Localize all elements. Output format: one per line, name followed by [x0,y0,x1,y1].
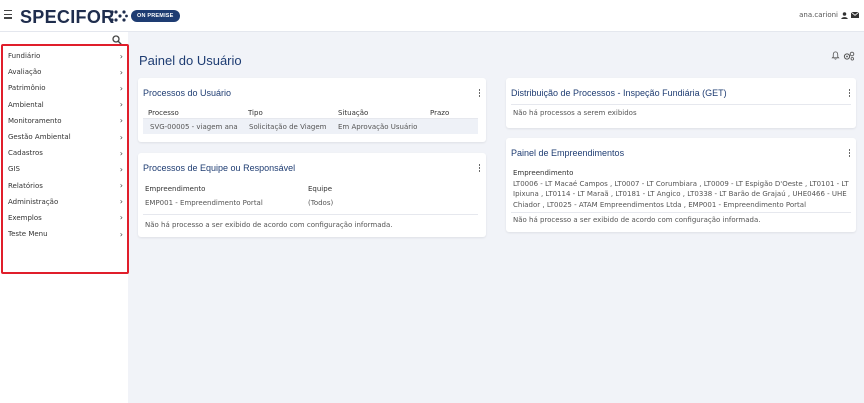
sidebar-item-label: Gestão Ambiental [8,133,71,142]
empty-message: Não há processos a serem exibidos [513,109,637,117]
sidebar-item-monitoramento[interactable]: Monitoramento › [3,113,127,129]
chevron-right-icon: › [119,148,123,158]
divider [511,212,851,213]
divider [143,214,478,215]
sidebar-item-label: Exemplos [8,213,42,222]
sidebar-item-cadastros[interactable]: Cadastros › [3,145,127,161]
table-cell: Em Aprovação Usuário [338,123,418,131]
hamburger-icon[interactable] [4,10,12,20]
empreendimento-list: LT0006 - LT Macaé Campos , LT0007 - LT C… [513,180,849,209]
sidebar-item-gis[interactable]: GIS › [3,161,127,177]
processos-equipe-card: Processos de Equipe ou Responsável Empre… [138,153,486,237]
empreendimento-label: Empreendimento [513,169,574,177]
chevron-right-icon: › [119,116,123,126]
empty-message: Não há processo a ser exibido de acordo … [145,221,393,229]
username: ana.carioni [799,11,838,19]
chevron-right-icon: › [119,213,123,223]
settings-gears-icon[interactable] [843,51,855,61]
chevron-right-icon: › [119,100,123,110]
sidebar-item-label: Monitoramento [8,116,62,125]
column-header[interactable]: Tipo [248,109,263,117]
kebab-menu-icon[interactable] [848,149,851,158]
sidebar-item-gestao-ambiental[interactable]: Gestão Ambiental › [3,129,127,145]
sidebar-item-ambiental[interactable]: Ambiental › [3,97,127,113]
logo-text: SPECIFOR [20,7,115,27]
column-header[interactable]: Processo [148,109,179,117]
mail-icon[interactable] [851,12,859,18]
divider [511,104,851,105]
bell-icon[interactable] [831,51,840,60]
card-title: Processos de Equipe ou Responsável [143,163,296,173]
sidebar-item-relatorios[interactable]: Relatórios › [3,178,127,194]
equipe-value: (Todos) [308,199,334,207]
sidebar-item-label: GIS [8,165,20,174]
sidebar: Fundiário › Avaliação › Patrimônio › Ambien… [0,32,129,403]
chevron-right-icon: › [119,181,123,191]
card-title: Distribuição de Processos - Inspeção Fun… [511,88,727,98]
empreendimento-label: Empreendimento [145,185,206,193]
card-title: Processos do Usuário [143,88,232,98]
empreendimento-value: EMP001 - Empreendimento Portal [145,199,263,207]
sidebar-item-patrimonio[interactable]: Patrimônio › [3,80,127,96]
user-icon[interactable] [841,11,848,19]
user-menu[interactable]: ana.carioni [799,11,859,19]
page-actions [831,51,855,61]
sidebar-item-teste-menu[interactable]: Teste Menu › [3,226,127,242]
sidebar-item-fundiario[interactable]: Fundiário › [3,48,127,64]
chevron-right-icon: › [119,229,123,239]
equipe-label: Equipe [308,185,332,193]
sidebar-menu: Fundiário › Avaliação › Patrimônio › Ambien… [1,44,129,274]
chevron-right-icon: › [119,51,123,61]
table-header: Processo Tipo Situação Prazo [143,107,478,119]
column-header[interactable]: Prazo [430,109,449,117]
sidebar-item-label: Cadastros [8,149,43,158]
sidebar-item-avaliacao[interactable]: Avaliação › [3,64,127,80]
sidebar-item-label: Relatórios [8,181,43,190]
chevron-right-icon: › [119,67,123,77]
sidebar-item-label: Patrimônio [8,84,46,93]
page-title: Painel do Usuário [139,53,242,68]
logo-dots-icon [110,10,128,22]
table-row[interactable]: SVG-00005 - viagem ana Solicitação de Vi… [143,119,478,134]
on-premise-badge: ON PREMISE [131,10,180,22]
top-bar: SPECIFOR ON PREMISE ana.carioni [0,0,864,32]
card-title: Painel de Empreendimentos [511,148,625,158]
sidebar-item-label: Avaliação [8,68,42,77]
kebab-menu-icon[interactable] [478,164,481,173]
processos-usuario-card: Processos do Usuário Processo Tipo Situa… [138,78,486,142]
sidebar-item-label: Administração [8,197,59,206]
empty-message: Não há processo a ser exibido de acordo … [513,216,761,224]
chevron-right-icon: › [119,164,123,174]
chevron-right-icon: › [119,197,123,207]
chevron-right-icon: › [119,132,123,142]
sidebar-item-exemplos[interactable]: Exemplos › [3,210,127,226]
kebab-menu-icon[interactable] [848,89,851,98]
sidebar-item-label: Ambiental [8,100,44,109]
column-header[interactable]: Situação [338,109,368,117]
table-cell: Solicitação de Viagem [249,123,327,131]
chevron-right-icon: › [119,83,123,93]
table-cell: SVG-00005 - viagem ana [150,123,238,131]
sidebar-item-label: Fundiário [8,52,41,61]
empreendimentos-card: Painel de Empreendimentos Empreendimento… [506,138,856,232]
sidebar-item-label: Teste Menu [8,230,48,239]
sidebar-item-administracao[interactable]: Administração › [3,194,127,210]
kebab-menu-icon[interactable] [478,89,481,98]
distribuicao-card: Distribuição de Processos - Inspeção Fun… [506,78,856,128]
